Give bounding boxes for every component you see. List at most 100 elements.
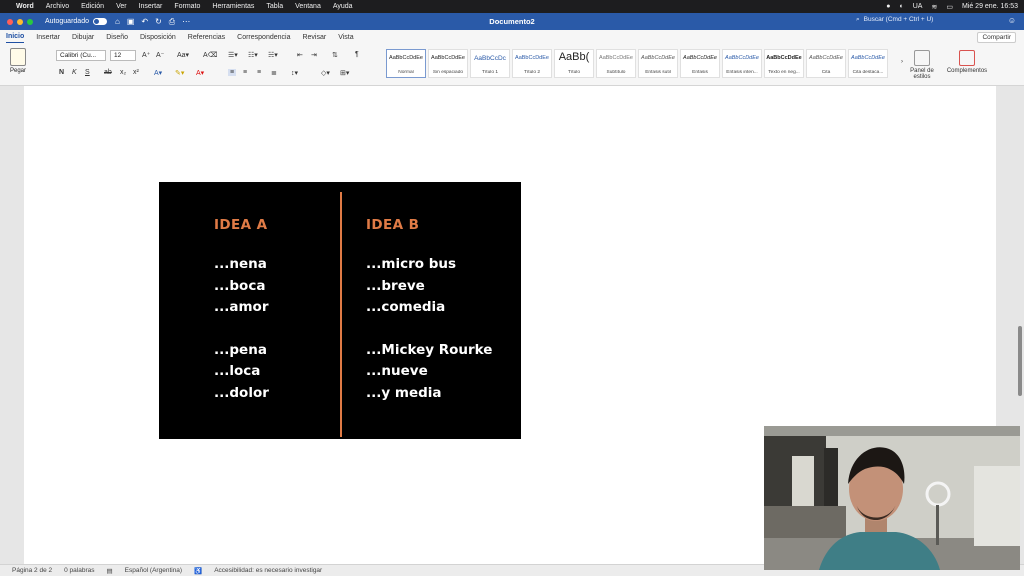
tab-correspondencia[interactable]: Correspondencia xyxy=(237,32,290,43)
autosave-toggle[interactable] xyxy=(92,18,107,25)
menu-ver[interactable]: Ver xyxy=(116,3,127,10)
tab-vista[interactable]: Vista xyxy=(338,32,353,43)
multilevel-list-icon[interactable]: ☵▾ xyxy=(268,51,278,59)
more-icon[interactable]: ⋯ xyxy=(182,17,190,27)
align-left-icon[interactable]: ≡ xyxy=(228,69,237,76)
shrink-font-icon[interactable]: A⁻ xyxy=(156,51,164,59)
bold-icon[interactable]: N xyxy=(59,69,64,76)
clear-format-icon[interactable]: A⌫ xyxy=(203,51,218,59)
style-enfasis-intenso[interactable]: AaBbCcDdEe Énfasis inten... xyxy=(722,49,762,78)
align-right-icon[interactable]: ≡ xyxy=(257,69,261,76)
font-size-select[interactable]: 12 xyxy=(110,50,136,61)
change-case-icon[interactable]: Aa▾ xyxy=(177,51,189,59)
text-effects-icon[interactable]: A▾ xyxy=(154,69,162,77)
undo-icon[interactable]: ↶ xyxy=(141,17,148,27)
style-enfasis[interactable]: AaBbCcDdEe Énfasis xyxy=(680,49,720,78)
idea-a-word: ...dolor xyxy=(214,384,269,401)
quick-access-toolbar: ⌂ ▣ ↶ ↻ ⎙ ⋯ xyxy=(115,17,190,27)
increase-indent-icon[interactable]: ⇥ xyxy=(311,51,317,59)
style-cita[interactable]: AaBbCcDdEe Cita xyxy=(806,49,846,78)
menu-tabla[interactable]: Tabla xyxy=(266,3,283,10)
app-status-icon[interactable]: ◐ xyxy=(899,3,903,10)
font-name-select[interactable]: Calibri (Cu... xyxy=(56,50,106,61)
shading-icon[interactable]: ◇▾ xyxy=(321,69,330,77)
autosave-control[interactable]: Autoguardado xyxy=(45,18,107,25)
close-window-button[interactable] xyxy=(7,18,13,25)
pilcrow-icon[interactable]: ¶ xyxy=(355,51,359,58)
minimize-window-button[interactable] xyxy=(17,18,23,25)
record-icon[interactable]: ● xyxy=(886,3,890,10)
borders-icon[interactable]: ⊞▾ xyxy=(340,69,349,77)
strikethrough-icon[interactable]: ab xyxy=(104,69,112,76)
tab-revisar[interactable]: Revisar xyxy=(302,32,326,43)
accessibility-status[interactable]: Accesibilidad: es necesario investigar xyxy=(214,567,322,574)
style-cita-destacada[interactable]: AaBbCcDdEe Cita destaca... xyxy=(848,49,888,78)
style-label: Énfasis sutil xyxy=(645,70,671,75)
style-titulo[interactable]: AaBb(Título xyxy=(554,49,594,78)
input-source-label[interactable]: UA xyxy=(913,3,923,10)
tab-referencias[interactable]: Referencias xyxy=(188,32,225,43)
redo-icon[interactable]: ↻ xyxy=(155,17,162,27)
vertical-scrollbar[interactable] xyxy=(1018,326,1022,396)
menu-herramientas[interactable]: Herramientas xyxy=(212,3,254,10)
menubar-clock[interactable]: Mié 29 ene. 16:53 xyxy=(962,3,1018,10)
style-subtitulo[interactable]: AaBbCcDdEe Subtítulo xyxy=(596,49,636,78)
paste-button[interactable]: Pegar xyxy=(6,48,30,74)
menu-app-word[interactable]: Word xyxy=(16,3,34,10)
addins-button[interactable]: Complementos xyxy=(944,50,990,74)
style-preview: AaBbCcDdEe xyxy=(641,55,675,61)
menu-ventana[interactable]: Ventana xyxy=(295,3,321,10)
print-icon[interactable]: ⎙ xyxy=(169,17,175,27)
style-normal[interactable]: AaBbCcDdEe Normal xyxy=(386,49,426,78)
save-icon[interactable]: ▣ xyxy=(127,17,135,27)
style-texto-negrita[interactable]: AaBbCcDdEe Texto en neg... xyxy=(764,49,804,78)
battery-icon[interactable]: ▭ xyxy=(946,3,953,11)
style-sin-espaciado[interactable]: AaBbCcDdEe Sin espaciado xyxy=(428,49,468,78)
styles-more-chevron-icon[interactable]: › xyxy=(901,59,903,65)
word-count[interactable]: 0 palabras xyxy=(64,567,94,574)
numbering-icon[interactable]: ☷▾ xyxy=(248,51,258,59)
menu-edicion[interactable]: Edición xyxy=(81,3,104,10)
highlight-icon[interactable]: ✎▾ xyxy=(175,69,184,77)
share-button[interactable]: Compartir xyxy=(977,32,1016,43)
language-status[interactable]: Español (Argentina) xyxy=(125,567,182,574)
font-color-icon[interactable]: A▾ xyxy=(196,69,204,77)
subscript-icon[interactable]: x₂ xyxy=(120,69,126,76)
justify-icon[interactable]: ≣ xyxy=(271,69,277,77)
wifi-icon[interactable]: ≋ xyxy=(931,3,937,11)
style-titulo-1[interactable]: AaBbCcDc Título 1 xyxy=(470,49,510,78)
tab-dibujar[interactable]: Dibujar xyxy=(72,32,94,43)
tab-inicio[interactable]: Inicio xyxy=(6,31,25,43)
menu-archivo[interactable]: Archivo xyxy=(46,3,69,10)
style-titulo-2[interactable]: AaBbCcDdEe Título 2 xyxy=(512,49,552,78)
sort-icon[interactable]: ⇅ xyxy=(332,51,338,59)
home-icon[interactable]: ⌂ xyxy=(115,17,120,27)
decrease-indent-icon[interactable]: ⇤ xyxy=(297,51,303,59)
tab-diseno[interactable]: Diseño xyxy=(106,32,128,43)
idea-a-word: ...nena xyxy=(214,256,267,272)
tab-disposicion[interactable]: Disposición xyxy=(140,32,176,43)
line-spacing-icon[interactable]: ↕▾ xyxy=(291,69,298,77)
search-box[interactable]: ⌕ Buscar (Cmd + Ctrl + U) xyxy=(856,16,933,24)
underline-icon[interactable]: S xyxy=(85,69,90,76)
styles-pane-button[interactable]: Panel de estilos xyxy=(906,50,938,80)
grow-font-icon[interactable]: A⁺ xyxy=(142,51,150,59)
ribbon-home: Pegar Calibri (Cu... 12 A⁺ A⁻ Aa▾ A⌫ N K… xyxy=(0,44,1024,86)
bullets-icon[interactable]: ☰▾ xyxy=(228,51,238,59)
tab-insertar[interactable]: Insertar xyxy=(36,32,60,43)
accessibility-icon[interactable]: ♿ xyxy=(194,567,202,575)
styles-gallery: AaBbCcDdEe Normal AaBbCcDdEe Sin espaciado… xyxy=(386,49,888,78)
menu-formato[interactable]: Formato xyxy=(174,3,200,10)
menu-ayuda[interactable]: Ayuda xyxy=(333,3,353,10)
style-preview: AaBbCcDdEe xyxy=(683,55,717,61)
italic-icon[interactable]: K xyxy=(72,69,77,76)
style-enfasis-sutil[interactable]: AaBbCcDdEe Énfasis sutil xyxy=(638,49,678,78)
profile-icon[interactable]: ☺ xyxy=(1008,16,1016,25)
menu-insertar[interactable]: Insertar xyxy=(139,3,163,10)
page-count[interactable]: Página 2 de 2 xyxy=(12,567,52,574)
proofing-icon[interactable]: ▤ xyxy=(106,567,112,575)
zoom-window-button[interactable] xyxy=(27,18,33,25)
embedded-idea-image[interactable]: IDEA A ...nena ...boca ...amor ...pena .… xyxy=(159,182,521,439)
superscript-icon[interactable]: x² xyxy=(133,69,139,76)
align-center-icon[interactable]: ≡ xyxy=(243,69,247,76)
